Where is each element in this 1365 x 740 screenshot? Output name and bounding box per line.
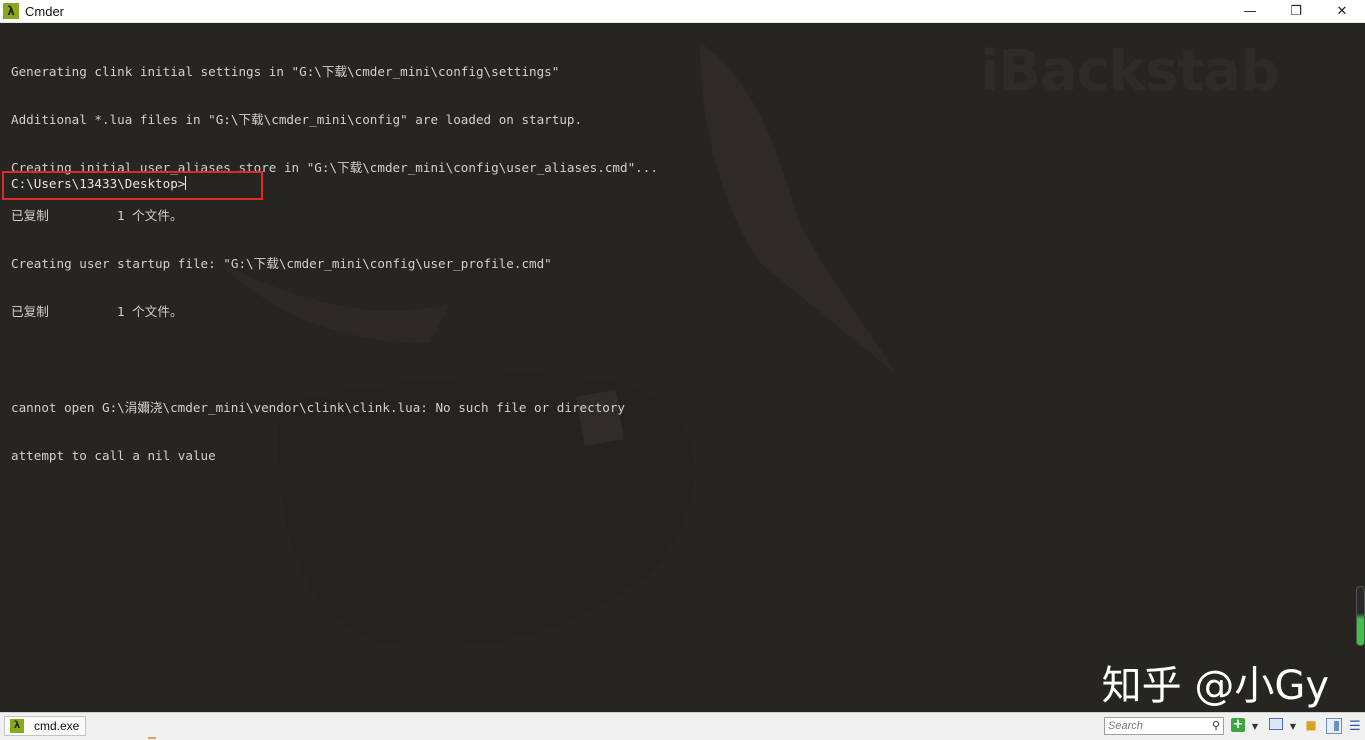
prompt-text: C:\Users\13433\Desktop> — [11, 176, 186, 191]
console-line: Creating user startup file: "G:\下载\cmder… — [11, 256, 552, 271]
scrollbar[interactable] — [1356, 586, 1365, 646]
restore-button[interactable]: ❐ — [1273, 0, 1319, 22]
lock-icon[interactable]: ■ — [1305, 718, 1317, 732]
minimize-button[interactable]: — — [1227, 0, 1273, 22]
console-line: cannot open G:\涓嬭浇\cmder_mini\vendor\cli… — [11, 400, 626, 415]
search-input[interactable] — [1105, 718, 1208, 734]
menu-icon[interactable]: ☰ — [1348, 718, 1362, 734]
window-title: Cmder — [25, 3, 65, 19]
split-view-icon[interactable] — [1326, 718, 1342, 734]
console-line: 已复制 1 个文件。 — [11, 304, 183, 319]
text-cursor — [185, 176, 187, 190]
scrollbar-thumb[interactable] — [1356, 586, 1365, 646]
window-icon[interactable] — [1269, 718, 1283, 730]
search-box[interactable]: ⚲ — [1104, 717, 1224, 735]
console-line: attempt to call a nil value — [11, 448, 216, 463]
magnifier-icon[interactable]: ⚲ — [1212, 719, 1220, 732]
console-area[interactable]: iBackstab Generating clink initial setti… — [0, 23, 1365, 712]
console-line: 已复制 1 个文件。 — [11, 208, 183, 223]
plus-icon[interactable]: + — [1231, 718, 1245, 732]
status-bar: λ cmd.exe ⚲ + ▼ ▼ ■ ☰ — [0, 712, 1365, 740]
console-line: Additional *.lua files in "G:\下载\cmder_m… — [11, 112, 583, 127]
background-watermark: iBackstab — [980, 39, 1280, 104]
chevron-down-icon[interactable]: ▼ — [1250, 718, 1260, 734]
console-line: Generating clink initial settings in "G:… — [11, 64, 560, 79]
window-controls: — ❐ ✕ — [1227, 0, 1365, 22]
lambda-icon[interactable]: λ — [3, 3, 19, 19]
tab-label: cmd.exe — [34, 719, 80, 733]
command-prompt[interactable]: C:\Users\13433\Desktop> — [11, 176, 187, 192]
lambda-icon: λ — [10, 719, 24, 733]
zhihu-watermark: 知乎 @小Gy — [1101, 663, 1329, 709]
close-button[interactable]: ✕ — [1319, 0, 1365, 22]
title-bar: λ Cmder — ❐ ✕ — [0, 0, 1365, 23]
tab-cmd[interactable]: λ cmd.exe — [4, 716, 86, 736]
chevron-down-icon[interactable]: ▼ — [1288, 718, 1298, 734]
console-output: Generating clink initial settings in "G:… — [11, 32, 658, 496]
